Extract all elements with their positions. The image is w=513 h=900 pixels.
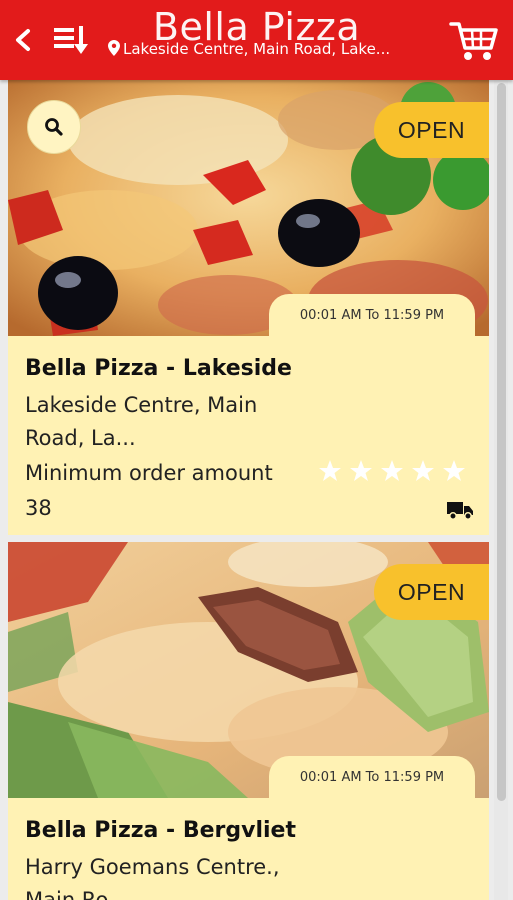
star-icon (319, 460, 341, 481)
restaurant-list[interactable]: OPEN 00:01 AM To 11:59 PM Bella Pizza - … (8, 80, 489, 900)
restaurant-image: OPEN 00:01 AM To 11:59 PM (8, 80, 489, 336)
star-icon (443, 460, 465, 481)
shopping-cart-icon[interactable] (448, 18, 500, 64)
address-line: Lakeside Centre, Main (25, 393, 258, 417)
app-header: Bella Pizza Lakeside Centre, Main Road, … (0, 0, 513, 80)
address-line: Road, La... (25, 426, 136, 450)
address-line: Harry Goemans Centre., (25, 855, 280, 879)
star-icon (350, 460, 372, 481)
restaurant-name: Bella Pizza - Lakeside (25, 356, 292, 381)
delivery-truck-icon (447, 502, 473, 520)
status-badge: OPEN (374, 564, 489, 620)
restaurant-name: Bella Pizza - Bergvliet (25, 818, 296, 843)
restaurant-card[interactable]: OPEN 00:01 AM To 11:59 PM Bella Pizza - … (8, 542, 489, 900)
restaurant-address: Harry Goemans Centre., Main Ro... (25, 851, 315, 900)
min-order-value: 38 (25, 496, 52, 520)
min-order-label: Minimum order amount (25, 461, 273, 485)
rating-stars (318, 459, 466, 483)
star-icon (381, 460, 403, 481)
scrollbar-thumb[interactable] (497, 83, 506, 801)
address-line: Main Ro... (25, 888, 128, 900)
map-pin-icon (108, 40, 120, 56)
restaurant-card[interactable]: OPEN 00:01 AM To 11:59 PM Bella Pizza - … (8, 80, 489, 535)
search-button[interactable] (27, 100, 81, 154)
minimum-order: Minimum order amount 38 (25, 456, 325, 526)
location-label: Lakeside Centre, Main Road, Lake... (123, 40, 391, 58)
search-icon (45, 118, 63, 136)
location-text[interactable]: Lakeside Centre, Main Road, Lake... (108, 38, 428, 60)
opening-hours: 00:01 AM To 11:59 PM (269, 756, 475, 798)
sort-down-icon[interactable] (50, 20, 90, 60)
opening-hours: 00:01 AM To 11:59 PM (269, 294, 475, 336)
chevron-left-icon[interactable] (8, 22, 38, 58)
restaurant-image: OPEN 00:01 AM To 11:59 PM (8, 542, 489, 798)
star-icon (412, 460, 434, 481)
restaurant-address: Lakeside Centre, Main Road, La... (25, 389, 315, 455)
status-badge: OPEN (374, 102, 489, 158)
